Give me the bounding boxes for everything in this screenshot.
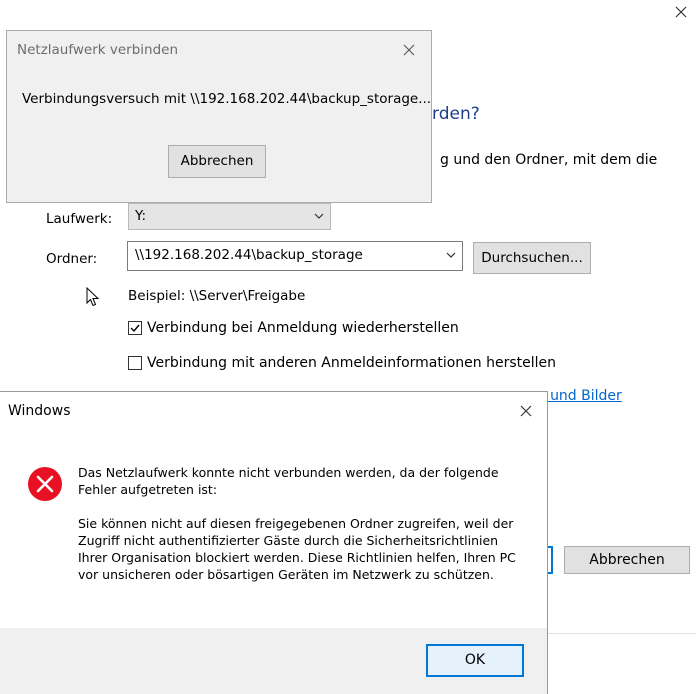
- wizard-footer-divider: [547, 633, 696, 634]
- error-icon: [28, 467, 62, 501]
- reconnect-checkbox-row[interactable]: Verbindung bei Anmeldung wiederherstelle…: [128, 320, 459, 336]
- drive-label: Laufwerk:: [46, 211, 113, 227]
- error-dialog: Windows Das Netzlaufwerk konnte nicht ve…: [0, 391, 548, 694]
- other-credentials-checkbox-row[interactable]: Verbindung mit anderen Anmeldeinformatio…: [128, 355, 556, 371]
- chevron-down-icon: [314, 213, 324, 219]
- folder-value: \\192.168.202.44\backup_storage: [135, 247, 363, 263]
- chevron-down-icon: [446, 252, 456, 258]
- other-credentials-checkbox[interactable]: [128, 356, 142, 370]
- drive-value: Y:: [135, 208, 147, 224]
- folder-label: Ordner:: [46, 251, 98, 267]
- connect-dialog-title: Netzlaufwerk verbinden: [17, 42, 179, 58]
- close-icon[interactable]: [519, 404, 533, 418]
- reconnect-label: Verbindung bei Anmeldung wiederherstelle…: [147, 320, 459, 336]
- other-credentials-label: Verbindung mit anderen Anmeldeinformatio…: [147, 355, 557, 371]
- wizard-description: g und den Ordner, mit dem die: [440, 152, 658, 168]
- error-dialog-title: Windows: [8, 403, 71, 419]
- error-message: Das Netzlaufwerk konnte nicht verbunden …: [78, 464, 533, 600]
- example-text: Beispiel: \\Server\Freigabe: [128, 288, 306, 304]
- wizard-close-icon[interactable]: [671, 3, 691, 21]
- wizard-cancel-button[interactable]: Abbrechen: [564, 546, 690, 574]
- wizard-link[interactable]: e und Bilder: [537, 388, 622, 404]
- connect-dialog-message: Verbindungsversuch mit \\192.168.202.44\…: [22, 91, 432, 107]
- ok-button[interactable]: OK: [426, 644, 524, 677]
- error-message-detail: Sie können nicht auf diesen freigegebene…: [78, 516, 516, 582]
- mouse-cursor-icon: [86, 287, 100, 307]
- close-icon[interactable]: [402, 43, 416, 57]
- drive-select[interactable]: Y:: [128, 203, 331, 230]
- connect-dialog: Netzlaufwerk verbinden Verbindungsversuc…: [6, 30, 432, 203]
- error-dialog-footer: OK: [0, 628, 547, 694]
- checkmark-icon: [130, 324, 140, 333]
- reconnect-checkbox[interactable]: [128, 321, 142, 335]
- error-message-intro: Das Netzlaufwerk konnte nicht verbunden …: [78, 465, 499, 497]
- browse-button[interactable]: Durchsuchen...: [473, 242, 591, 274]
- connect-cancel-button[interactable]: Abbrechen: [168, 145, 266, 178]
- folder-combobox[interactable]: \\192.168.202.44\backup_storage: [127, 241, 463, 271]
- wizard-heading: rden?: [432, 104, 480, 124]
